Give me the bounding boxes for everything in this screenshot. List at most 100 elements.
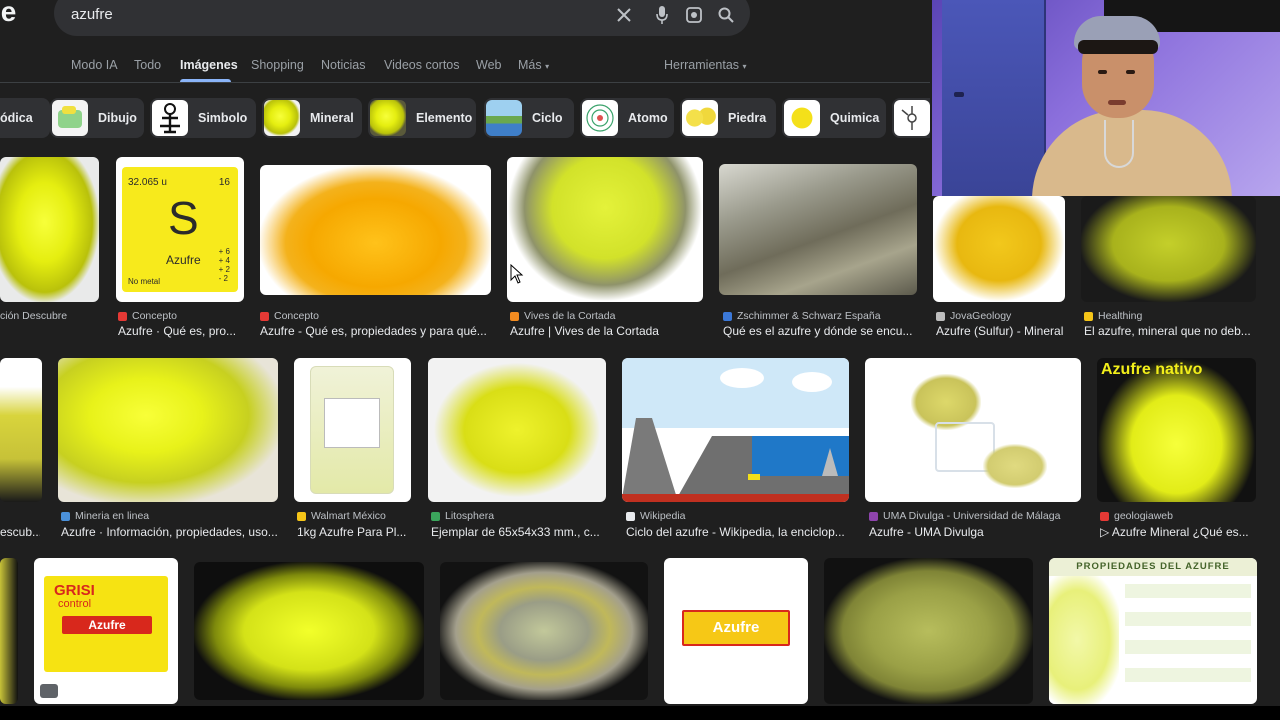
result-source[interactable]: Litosphera	[431, 510, 494, 522]
search-input[interactable]: azufre	[71, 6, 113, 23]
product-name: Azufre	[62, 616, 152, 634]
source-name: UMA Divulga - Universidad de Málaga	[883, 510, 1061, 522]
result-source[interactable]: geologiaweb	[1100, 510, 1173, 522]
site-favicon	[723, 311, 732, 321]
search-icon[interactable]	[716, 5, 736, 25]
site-favicon	[510, 311, 519, 321]
tools-button[interactable]: Herramientas ▾	[664, 58, 747, 72]
image-result[interactable]	[194, 562, 424, 700]
chip-periodica[interactable]: ódica	[0, 98, 50, 138]
search-bar[interactable]: azufre	[54, 0, 750, 36]
chip-thumbnail	[264, 100, 300, 136]
tab-web[interactable]: Web	[476, 58, 501, 72]
chip-quimica[interactable]: Quimica	[782, 98, 886, 138]
image-result[interactable]	[622, 358, 849, 502]
image-result[interactable]	[933, 196, 1065, 302]
image-result[interactable]: GRISI control Azufre	[34, 558, 178, 704]
image-result[interactable]	[507, 157, 703, 302]
image-result[interactable]: 32.065 u 16 S Azufre + 6 + 4 + 2 - 2 No …	[116, 157, 244, 302]
result-title[interactable]: El azufre, mineral que no deb...	[1084, 324, 1254, 338]
tab-videos-cortos[interactable]: Videos cortos	[384, 58, 460, 72]
chip-dibujo[interactable]: Dibujo	[50, 98, 144, 138]
caret-down-icon: ▾	[742, 62, 747, 71]
chip-thumbnail	[894, 100, 930, 136]
tab-shopping[interactable]: Shopping	[251, 58, 304, 72]
chip-thumbnail	[486, 100, 522, 136]
bottom-bar	[0, 706, 1280, 720]
google-logo[interactable]: le	[0, 0, 16, 28]
source-name: Healthing	[1098, 310, 1143, 322]
chip-thumbnail	[152, 100, 188, 136]
result-title[interactable]: Ciclo del azufre - Wikipedia, la enciclo…	[626, 525, 848, 539]
result-title[interactable]: escub...	[0, 525, 40, 539]
source-name: Mineria en linea	[75, 510, 150, 522]
result-title[interactable]: Azufre · Qué es, pro...	[118, 324, 248, 338]
image-result[interactable]	[0, 358, 42, 502]
result-title[interactable]: Ejemplar de 65x54x33 mm., c...	[431, 525, 606, 539]
result-source[interactable]: Concepto	[260, 310, 319, 322]
result-title[interactable]: Azufre · Información, propiedades, uso..…	[61, 525, 281, 539]
image-result[interactable]	[0, 558, 18, 704]
result-title[interactable]: Azufre - UMA Divulga	[869, 525, 1079, 539]
image-result[interactable]: Azufre	[664, 558, 808, 704]
image-result[interactable]	[0, 157, 99, 302]
result-source[interactable]: Walmart México	[297, 510, 386, 522]
tab-imagenes[interactable]: Imágenes	[180, 58, 238, 72]
tab-todo[interactable]: Todo	[134, 58, 161, 72]
result-source[interactable]: Zschimmer & Schwarz España	[723, 310, 881, 322]
result-title[interactable]: Qué es el azufre y dónde se encu...	[723, 324, 913, 338]
necklace	[1104, 120, 1134, 168]
oxidation-states: + 6 + 4 + 2 - 2	[218, 247, 230, 283]
close-icon[interactable]	[614, 5, 634, 25]
result-source[interactable]: Wikipedia	[626, 510, 686, 522]
image-result[interactable]: Azufre nativo	[1097, 358, 1256, 502]
image-result[interactable]	[294, 358, 411, 502]
caret-down-icon: ▾	[545, 62, 550, 71]
image-result[interactable]	[865, 358, 1081, 502]
result-title[interactable]: Azufre | Vives de la Cortada	[510, 324, 706, 338]
result-source[interactable]: Mineria en linea	[61, 510, 149, 522]
tab-mas[interactable]: Más ▾	[518, 58, 549, 72]
chip-more[interactable]	[892, 98, 930, 138]
source-name: Concepto	[274, 310, 319, 322]
result-source[interactable]: Vives de la Cortada	[510, 310, 615, 322]
result-title[interactable]: ▷ Azufre Mineral ¿Qué es...	[1100, 525, 1250, 539]
mouth	[1108, 100, 1126, 105]
result-title[interactable]: Azufre - Qué es, propiedades y para qué.…	[260, 324, 492, 338]
chip-atomo[interactable]: Atomo	[580, 98, 674, 138]
chip-label: Mineral	[310, 111, 354, 125]
camera-lens-icon[interactable]	[684, 5, 704, 25]
image-result[interactable]	[1081, 196, 1256, 302]
chip-label: Quimica	[830, 111, 880, 125]
image-result[interactable]	[58, 358, 278, 502]
tab-modo-ia[interactable]: Modo IA	[71, 58, 118, 72]
chip-label: Simbolo	[198, 111, 248, 125]
result-title[interactable]: Azufre (Sulfur) - Mineral	[936, 324, 1068, 338]
result-title[interactable]: 1kg Azufre Para Pl...	[297, 525, 409, 539]
image-result[interactable]	[428, 358, 606, 502]
image-result[interactable]: PROPIEDADES DEL AZUFRE	[1049, 558, 1257, 704]
result-source[interactable]: JovaGeology	[936, 310, 1011, 322]
chip-elemento[interactable]: Elemento	[368, 98, 476, 138]
result-source[interactable]: Concepto	[118, 310, 177, 322]
image-result[interactable]	[440, 562, 648, 700]
image-caption: PROPIEDADES DEL AZUFRE	[1049, 558, 1257, 576]
source-name: Litosphera	[445, 510, 495, 522]
result-source[interactable]: UMA Divulga - Universidad de Málaga	[869, 510, 1060, 522]
chip-mineral[interactable]: Mineral	[262, 98, 362, 138]
eye	[1126, 70, 1135, 74]
image-result[interactable]	[719, 164, 917, 295]
image-result[interactable]	[824, 558, 1033, 704]
tab-noticias[interactable]: Noticias	[321, 58, 365, 72]
microphone-icon[interactable]	[652, 5, 672, 25]
image-result[interactable]	[260, 165, 491, 295]
site-favicon	[297, 511, 306, 521]
chip-ciclo[interactable]: Ciclo	[484, 98, 574, 138]
atomic-number: 16	[218, 177, 230, 188]
chip-simbolo[interactable]: Simbolo	[150, 98, 256, 138]
source-name: JovaGeology	[950, 310, 1012, 322]
result-source[interactable]: Healthing	[1084, 310, 1142, 322]
result-source[interactable]: ción Descubre	[0, 310, 67, 322]
site-favicon	[260, 311, 269, 321]
chip-piedra[interactable]: Piedra	[680, 98, 776, 138]
